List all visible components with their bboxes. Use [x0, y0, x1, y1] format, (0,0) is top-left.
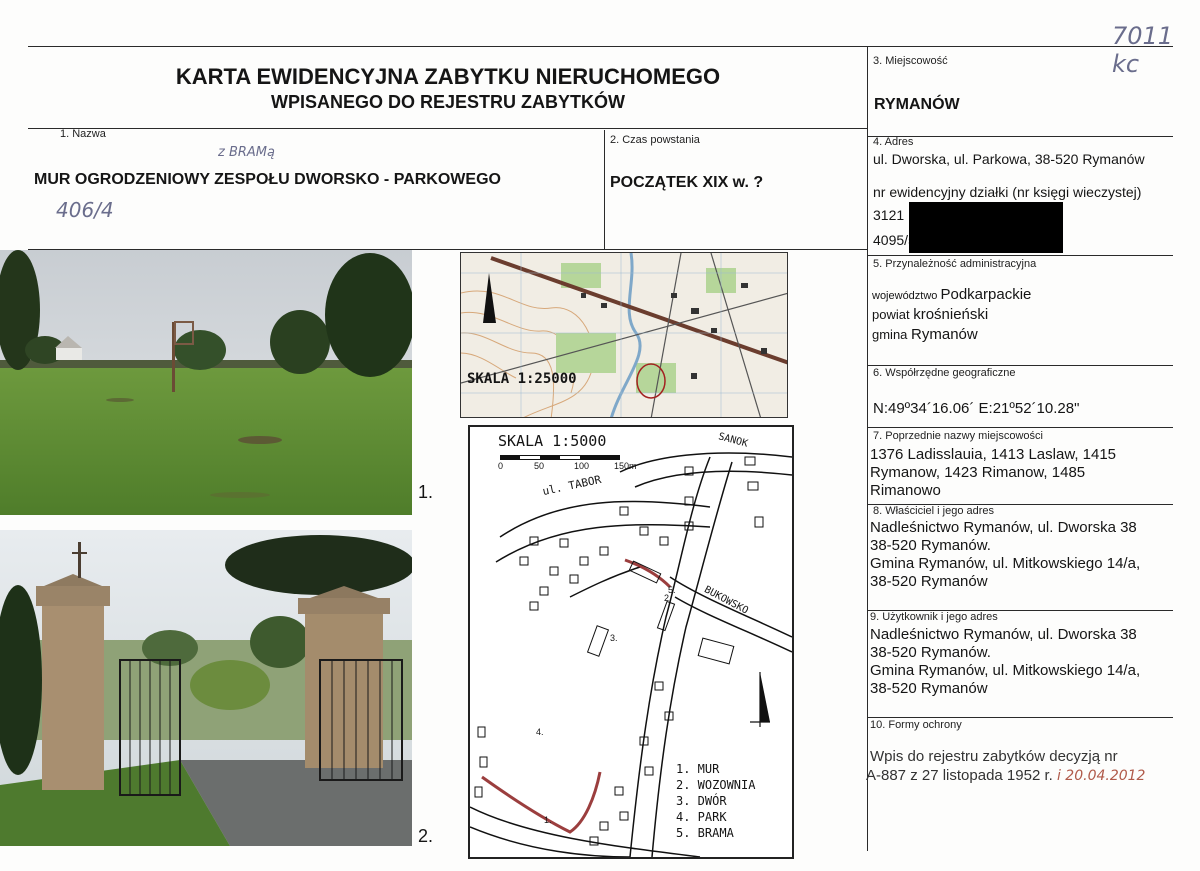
user-line: Gmina Rymanów, ul. Mitkowskiego 14/a,: [870, 662, 1141, 679]
county-label: powiat: [872, 307, 910, 322]
map-mark-3: 3.: [610, 633, 618, 643]
previous-names: 1376 Ladisslauia, 1413 Laslaw, 1415 Ryma…: [870, 446, 1116, 500]
commune-label: gmina: [872, 327, 908, 342]
parcel-number-1: 3121: [873, 207, 905, 223]
creation-time: POCZĄTEK XIX w. ?: [610, 174, 764, 191]
photo2-number: 2.: [418, 826, 434, 846]
name-handwritten-note: z BRAMą: [218, 145, 275, 160]
title-bottom-line: [28, 128, 868, 129]
frame-top-line: [28, 46, 1173, 47]
corner-handwritten-note: 7011 kc: [1112, 22, 1174, 78]
sec6-bottom-line: [867, 427, 1173, 428]
legend-item: 2. WOZOWNIA: [676, 778, 756, 792]
previous-names-line: 1376 Ladisslauia, 1413 Laslaw, 1415: [870, 446, 1117, 463]
scale-tick-100: 100: [574, 461, 590, 471]
previous-names-line: Rimanowo: [870, 482, 941, 499]
legend-item: 5. BRAMA: [676, 826, 734, 840]
geo-coordinates: N:49º34´16.06´ E:21º52´10.28": [873, 400, 1080, 417]
owner-line: 38-520 Rymanów.: [870, 537, 991, 554]
admin-county: powiat krośnieński: [872, 306, 988, 323]
map-mark-1: 1.: [544, 815, 552, 825]
previous-names-line: Rymanow, 1423 Rimanow, 1485: [870, 464, 1086, 481]
voivodeship-label: województwo: [872, 290, 938, 302]
sec2-label: 2. Czas powstania: [610, 134, 700, 146]
admin-commune: gmina Rymanów: [872, 326, 978, 343]
voivodeship-value: Podkarpackie: [940, 286, 1032, 303]
user-line: 38-520 Rymanów: [870, 680, 988, 697]
commune-value: Rymanów: [911, 326, 978, 343]
scale-tick-0: 0: [498, 461, 504, 471]
photo1-number: 1.: [418, 482, 434, 502]
sec6-label: 6. Współrzędne geograficzne: [873, 367, 1016, 379]
address: ul. Dworska, ul. Parkowa, 38-520 Rymanów: [873, 151, 1145, 167]
card-title-line2: WPISANEGO DO REJESTRU ZABYTKÓW: [270, 92, 625, 112]
map-mark-4: 4.: [536, 727, 544, 737]
scale-tick-150: 150m: [614, 461, 637, 471]
sec4-label: 4. Adres: [873, 136, 914, 148]
sec8-label: 8. Właściciel i jego adres: [873, 505, 995, 517]
sec5-label: 5. Przynależność administracyjna: [873, 258, 1037, 270]
protection-line1: Wpis do rejestru zabytków decyzją nr: [870, 748, 1118, 765]
sec5-bottom-line: [867, 365, 1173, 366]
sec4-bottom-line: [867, 255, 1173, 256]
sec3-label: 3. Miejscowość: [873, 55, 948, 67]
user-line: Nadleśnictwo Rymanów, ul. Dworska 38: [870, 626, 1137, 643]
name-handwritten-number: 406/4: [56, 198, 114, 222]
owner-line: Gmina Rymanów, ul. Mitkowskiego 14/a,: [870, 555, 1141, 572]
sec9-bottom-line: [867, 717, 1173, 718]
name-time-divider: [604, 130, 605, 250]
sec9-label: 9. Użytkownik i jego adres: [870, 611, 998, 623]
card-title-line1: KARTA EWIDENCYJNA ZABYTKU NIERUCHOMEGO: [175, 64, 721, 89]
redaction-block: [909, 202, 1063, 253]
legend-item: 4. PARK: [676, 810, 727, 824]
sec7-label: 7. Poprzednie nazwy miejscowości: [873, 430, 1043, 442]
sketch-scale-label: SKALA 1:5000: [498, 432, 607, 450]
sec1-label: 1. Nazwa: [60, 128, 106, 140]
top-map-scale: SKALA 1:25000: [467, 371, 577, 387]
photo-park-lawn: [0, 250, 412, 515]
owner-address: Nadleśnictwo Rymanów, ul. Dworska 38 38-…: [870, 519, 1140, 591]
user-address: Nadleśnictwo Rymanów, ul. Dworska 38 38-…: [870, 626, 1140, 698]
site-sketch-map: SKALA 1:5000 0 50 100 150m ul. TABOR SAN…: [468, 425, 794, 859]
parcel-label: nr ewidencyjny działki (nr księgi wieczy…: [873, 184, 1142, 200]
map-mark-5: 5.: [668, 585, 676, 595]
admin-voivodeship: województwo Podkarpackie: [872, 286, 1031, 303]
owner-line: Nadleśnictwo Rymanów, ul. Dworska 38: [870, 519, 1137, 536]
topographic-map: SKALA 1:25000: [460, 252, 788, 418]
legend-item: 1. MUR: [676, 762, 720, 776]
county-value: krośnieński: [913, 306, 989, 323]
legend-item: 3. DWÓR: [676, 794, 727, 808]
monument-name: MUR OGRODZENIOWY ZESPOŁU DWORSKO - PARKO…: [34, 171, 501, 188]
protection-handwritten-date: i 20.04.2012: [1056, 768, 1146, 784]
protection-line2: A-887 z 27 listopada 1952 r. i 20.04.201…: [866, 767, 1145, 784]
owner-line: 38-520 Rymanów: [870, 573, 988, 590]
right-column-divider: [867, 46, 868, 851]
map-legend: 1. MUR 2. WOZOWNIA 3. DWÓR 4. PARK 5. BR…: [676, 761, 755, 841]
sec10-label: 10. Formy ochrony: [870, 719, 962, 731]
scale-tick-50: 50: [534, 461, 545, 471]
place-name: RYMANÓW: [874, 96, 960, 113]
protection-decision: A-887 z 27 listopada 1952 r.: [866, 767, 1053, 784]
user-line: 38-520 Rymanów.: [870, 644, 991, 661]
photo-gate: [0, 530, 412, 846]
